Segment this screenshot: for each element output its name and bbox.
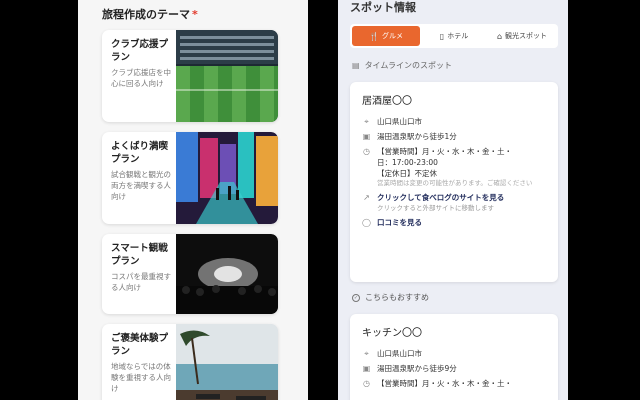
hours-block: 【営業時間】月・火・水・木・金・土・ 日：17:00-23:00 【定休日】不定… bbox=[377, 146, 546, 188]
plan-text: クラブ応援プラン クラブ応援店を中心に回る人向け bbox=[111, 38, 173, 89]
clock-icon: ◷ bbox=[363, 379, 370, 388]
plan-desc: コスパを最重視する人向け bbox=[111, 272, 171, 292]
tab-hotel[interactable]: ▯ ホテル bbox=[420, 26, 488, 46]
external-link-icon: ↗ bbox=[363, 193, 370, 202]
recommend-label: ✓ こちらもおすすめ bbox=[352, 292, 429, 303]
plan-title: よくばり満喫プラン bbox=[111, 141, 169, 165]
plan-desc: 試合観戦と観光の両方を満喫する人向け bbox=[111, 170, 171, 201]
access-row: ▣ 湯田温泉駅から徒歩9分 bbox=[362, 363, 546, 374]
hotel-icon: ▯ bbox=[439, 31, 445, 41]
spot-info-panel: スポット情報 🍴 グルメ ▯ ホテル ⌂ 観光スポット ▤ タイムラインのスポッ… bbox=[338, 0, 568, 400]
address-row: ⌖ 山口県山口市 bbox=[362, 348, 546, 359]
address-text: 山口県山口市 bbox=[377, 349, 422, 358]
panel-title: スポット情報 bbox=[350, 1, 416, 14]
train-icon: ▣ bbox=[362, 132, 371, 141]
hours-note: 営業時間は変更の可能性があります。ご確認ください bbox=[377, 179, 533, 187]
section-title: 旅程作成のテーマ * bbox=[102, 6, 198, 22]
plan-card-gohoubi[interactable]: ご褒美体験プラン 地域ならではの体験を重視する人向け bbox=[102, 324, 278, 400]
link-block: クリックして食べログのサイトを見る クリックすると外部サイトに移動します bbox=[377, 192, 546, 213]
spot-name: キッチン〇〇 bbox=[362, 328, 422, 339]
spot-card-1: 居酒屋〇〇 ⌖ 山口県山口市 ▣ 湯田温泉駅から徒歩1分 ◷ 【営業時間】月・火… bbox=[350, 82, 558, 282]
closed-days: 【定休日】不定休 bbox=[377, 169, 437, 178]
plan-text: スマート観戦プラン コスパを最重視する人向け bbox=[111, 242, 173, 293]
hours-line-2: 日：17:00-23:00 bbox=[377, 158, 438, 167]
fork-knife-icon: 🍴 bbox=[369, 31, 379, 41]
chat-bubble-icon: ◯ bbox=[362, 218, 371, 227]
external-link-row[interactable]: ↗ クリックして食べログのサイトを見る クリックすると外部サイトに移動します bbox=[362, 192, 546, 213]
review-row[interactable]: ◯ 口コミを見る bbox=[362, 217, 546, 228]
check-circle-icon: ✓ bbox=[352, 293, 360, 302]
link-subtext: クリックすると外部サイトに移動します bbox=[377, 204, 494, 212]
plan-title: ご褒美体験プラン bbox=[111, 333, 169, 357]
address-text: 山口県山口市 bbox=[377, 117, 422, 126]
tab-label: ホテル bbox=[447, 32, 469, 40]
theme-selection-panel: 旅程作成のテーマ * クラブ応援プラン クラブ応援店を中心に回る人向け よくばり… bbox=[78, 0, 308, 400]
concert-crowd-photo bbox=[176, 234, 278, 314]
access-text: 湯田温泉駅から徒歩9分 bbox=[377, 364, 457, 373]
address-row: ⌖ 山口県山口市 bbox=[362, 116, 546, 127]
access-row: ▣ 湯田温泉駅から徒歩1分 bbox=[362, 131, 546, 142]
hours-row: ◷ 【営業時間】月・火・水・木・金・土・ 日：17:00-23:00 【定休日】… bbox=[362, 146, 546, 188]
spot-card-2: キッチン〇〇 ⌖ 山口県山口市 ▣ 湯田温泉駅から徒歩9分 ◷ 【営業時間】月・… bbox=[350, 314, 558, 400]
calendar-icon: ▤ bbox=[352, 61, 360, 70]
spot-name: 居酒屋〇〇 bbox=[362, 96, 412, 107]
recommend-label-text: こちらもおすすめ bbox=[365, 293, 429, 302]
plan-title: クラブ応援プラン bbox=[111, 39, 169, 63]
location-pin-icon: ⌖ bbox=[364, 117, 369, 126]
stadium-photo bbox=[176, 30, 278, 122]
tabelog-link[interactable]: クリックして食べログのサイトを見る bbox=[377, 192, 546, 203]
hours-line-1: 【営業時間】月・火・水・木・金・土・ bbox=[377, 147, 512, 156]
review-link[interactable]: 口コミを見る bbox=[377, 217, 546, 228]
tab-gourmet[interactable]: 🍴 グルメ bbox=[352, 26, 420, 46]
timeline-label-text: タイムラインのスポット bbox=[364, 61, 453, 70]
plan-card-yokubari[interactable]: よくばり満喫プラン 試合観戦と観光の両方を満喫する人向け bbox=[102, 132, 278, 224]
plan-text: ご褒美体験プラン 地域ならではの体験を重視する人向け bbox=[111, 332, 173, 394]
plan-text: よくばり満喫プラン 試合観戦と観光の両方を満喫する人向け bbox=[111, 140, 173, 202]
hours-row: ◷ 【営業時間】月・火・水・木・金・土・ bbox=[362, 378, 546, 389]
landmark-icon: ⌂ bbox=[496, 31, 503, 41]
hours-line-1: 【営業時間】月・火・水・木・金・土・ bbox=[377, 379, 512, 388]
category-tabs: 🍴 グルメ ▯ ホテル ⌂ 観光スポット bbox=[350, 24, 558, 48]
plan-card-smart[interactable]: スマート観戦プラン コスパを最重視する人向け bbox=[102, 234, 278, 314]
required-mark: * bbox=[192, 8, 198, 21]
screenshot-stage: 旅程作成のテーマ * クラブ応援プラン クラブ応援店を中心に回る人向け よくばり… bbox=[0, 0, 640, 400]
tab-label: グルメ bbox=[381, 32, 403, 40]
plan-desc: 地域ならではの体験を重視する人向け bbox=[111, 362, 171, 393]
tab-sightseeing[interactable]: ⌂ 観光スポット bbox=[488, 26, 556, 46]
plan-desc: クラブ応援店を中心に回る人向け bbox=[111, 68, 171, 88]
tab-label: 観光スポット bbox=[505, 32, 548, 40]
plan-title: スマート観戦プラン bbox=[111, 243, 168, 267]
clock-icon: ◷ bbox=[363, 147, 370, 156]
city-street-photo bbox=[176, 132, 278, 224]
timeline-label: ▤ タイムラインのスポット bbox=[352, 60, 452, 71]
plan-card-club[interactable]: クラブ応援プラン クラブ応援店を中心に回る人向け bbox=[102, 30, 278, 122]
train-icon: ▣ bbox=[362, 364, 371, 373]
access-text: 湯田温泉駅から徒歩1分 bbox=[377, 132, 457, 141]
resort-pool-photo bbox=[176, 324, 278, 400]
location-pin-icon: ⌖ bbox=[364, 349, 369, 358]
section-title-text: 旅程作成のテーマ bbox=[102, 8, 190, 21]
